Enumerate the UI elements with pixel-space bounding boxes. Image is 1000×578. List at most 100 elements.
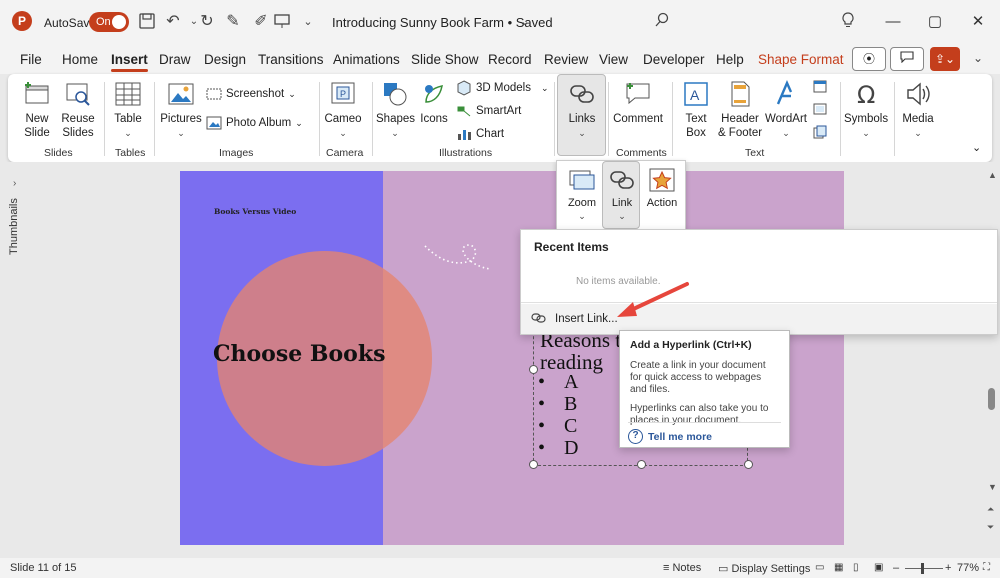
annotation-arrow [617,282,689,317]
reuse-slides-button[interactable]: Reuse Slides [60,80,96,140]
tab-view[interactable]: View [599,52,628,67]
tab-developer[interactable]: Developer [643,52,705,67]
slide-small-title[interactable]: Books Versus Video [214,207,296,216]
header-footer-button[interactable]: Header & Footer [716,80,764,140]
zoom-level[interactable]: 77% [957,562,979,574]
slide-body-text[interactable]: Reasons t reading [540,329,621,373]
tab-slide-show[interactable]: Slide Show [411,52,479,67]
expand-thumbnails-icon[interactable]: › [13,178,16,189]
zoom-in-icon[interactable]: + [945,562,951,574]
lightbulb-icon[interactable] [838,12,858,32]
reading-view-icon[interactable]: ▯ [853,562,859,573]
tab-animations[interactable]: Animations [333,52,400,67]
date-time-button[interactable] [812,78,828,94]
display-settings-button[interactable]: ▭ Display Settings [718,562,810,575]
customize-icon[interactable]: ⌄ [298,12,318,32]
scroll-thumb[interactable] [988,388,995,410]
vertical-scrollbar[interactable]: ▲ ▼ ⏶ ⏷ [986,170,998,550]
icons-button[interactable]: Icons [417,80,451,126]
slide-number-button[interactable] [812,101,828,117]
title-chevron-icon[interactable]: ⌄ [515,12,535,32]
group-separator [608,82,609,156]
zoom-out-icon[interactable]: – [893,562,899,574]
zoom-slider-thumb[interactable] [921,563,924,574]
3d-models-button[interactable]: 3D Models ⌄ [456,80,549,96]
maximize-icon[interactable]: ▢ [925,12,945,32]
tab-review[interactable]: Review [544,52,588,67]
chart-button[interactable]: Chart [456,126,504,142]
group-separator [672,82,673,156]
slide-counter[interactable]: Slide 11 of 15 [10,562,76,574]
links-button[interactable]: Links ⌄ [560,80,604,140]
previous-slide-icon[interactable]: ⏶ [987,504,994,515]
new-slide-button[interactable]: New Slide [20,80,54,140]
autosave-toggle[interactable]: On [89,12,129,32]
zoom-slider[interactable] [905,568,943,569]
ribbon: New Slide Reuse Slides Slides Table ⌄ Table… [8,74,992,162]
tab-design[interactable]: Design [204,52,246,67]
minimize-icon[interactable]: — [883,12,903,32]
next-slide-icon[interactable]: ⏷ [987,522,994,533]
resize-handle[interactable] [744,460,753,469]
zoom-button[interactable]: Zoom ⌄ [563,167,601,223]
status-bar: Slide 11 of 15 ≡ Notes ▭ Display Setting… [0,558,1000,578]
pen-icon[interactable]: ✎ [223,12,243,32]
slide-main-title[interactable]: Choose Books [213,341,385,367]
redo-icon[interactable]: ↻ [197,12,217,32]
decorative-doodle [424,244,491,270]
scroll-down-icon[interactable]: ▼ [988,482,997,492]
normal-view-icon[interactable]: ▭ [815,562,824,573]
slideshow-icon[interactable]: ▣ [874,562,883,573]
tab-help[interactable]: Help [716,52,744,67]
screenshot-button[interactable]: Screenshot ⌄ [206,86,296,102]
smartart-button[interactable]: SmartArt [456,103,521,119]
tab-draw[interactable]: Draw [159,52,191,67]
table-button[interactable]: Table ⌄ [112,80,144,140]
fit-slide-icon[interactable]: ⛶ [983,562,990,573]
thumbnails-label[interactable]: Thumbnails [8,198,20,255]
search-icon[interactable] [652,12,672,32]
draw-icon[interactable]: ✐ [251,12,271,32]
share-button[interactable]: ⇪⌄ [930,47,960,71]
tell-me-more-link[interactable]: ? Tell me more [628,429,712,444]
resize-handle[interactable] [637,460,646,469]
resize-handle[interactable] [529,460,538,469]
more-icon[interactable]: ⌄ [968,48,988,68]
text-box-button[interactable]: A Text Box [678,80,714,140]
photo-album-button[interactable]: Photo Album ⌄ [206,115,303,131]
divider [628,422,781,423]
slide-number-icon [813,103,827,115]
group-comments-label: Comments [616,147,667,159]
slide-sorter-icon[interactable]: ▦ [834,562,843,573]
action-button[interactable]: Action [643,167,681,210]
powerpoint-logo: P [12,11,32,31]
tab-insert[interactable]: Insert [111,52,148,72]
save-icon[interactable] [137,12,157,32]
cameo-button[interactable]: P Cameo ⌄ [324,80,362,140]
wordart-button[interactable]: WordArt ⌄ [764,80,808,140]
present-icon[interactable] [272,12,292,32]
tab-shape-format[interactable]: Shape Format [758,52,844,67]
tab-file[interactable]: File [20,52,42,67]
tab-record[interactable]: Record [488,52,532,67]
pictures-button[interactable]: Pictures ⌄ [160,80,202,140]
resize-handle[interactable] [529,365,538,374]
collapse-ribbon-icon[interactable]: ⌄ [972,141,981,154]
object-button[interactable] [812,124,828,140]
slide-bullet-list[interactable]: A B C D [538,371,578,459]
notes-button[interactable]: ≡ Notes [663,562,701,574]
close-icon[interactable]: ✕ [968,12,988,32]
symbols-button[interactable]: Ω Symbols ⌄ [844,80,888,140]
media-button[interactable]: Media ⌄ [898,80,938,140]
speaker-icon [907,82,930,106]
tab-home[interactable]: Home [62,52,98,67]
link-button[interactable]: Link ⌄ [603,167,641,223]
comment-button[interactable]: Comment [613,80,663,126]
record-button[interactable]: ⦿ [852,47,886,71]
group-illustrations-label: Illustrations [439,147,493,159]
shapes-button[interactable]: Shapes ⌄ [376,80,415,140]
tab-transitions[interactable]: Transitions [258,52,324,67]
scroll-up-icon[interactable]: ▲ [988,170,997,180]
comments-button[interactable] [890,47,924,71]
undo-icon[interactable]: ↶ [163,12,183,32]
